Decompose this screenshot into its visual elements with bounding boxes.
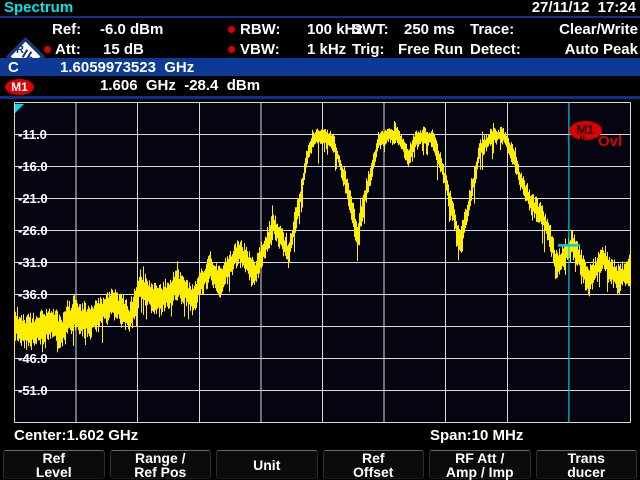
c-frequency-value: 1.6059973523 GHz <box>60 59 194 76</box>
plot-top-separator <box>0 96 640 99</box>
svg-text:-11.0: -11.0 <box>18 127 47 142</box>
center-freq-bar: C 1.6059973523 GHz <box>0 58 640 76</box>
datetime: 27/11/12 17:24 <box>532 0 636 16</box>
swt-label: SWT: <box>352 21 389 39</box>
vbw-label: VBW: <box>240 41 280 59</box>
softkey-unit[interactable]: Unit <box>216 450 318 479</box>
vbw-value: 1 kHz <box>307 41 346 59</box>
svg-text:-31.0: -31.0 <box>18 255 48 270</box>
span-readout: Span:10 MHz <box>430 427 523 444</box>
detect-label: Detect: <box>470 41 521 59</box>
vbw-bullet-icon <box>228 46 235 53</box>
overload-indicator: Ovl <box>598 133 622 150</box>
center-frequency-readout: Center:1.602 GHz <box>14 427 138 444</box>
date-label: 27/11/12 <box>532 0 590 16</box>
softkey-ref-level[interactable]: RefLevel <box>3 450 105 479</box>
rbw-bullet-icon <box>228 26 235 33</box>
bottom-bar: Center:1.602 GHz Span:10 MHz <box>0 425 640 448</box>
ref-level-label: Ref: <box>52 21 81 39</box>
svg-text:-36.0: -36.0 <box>18 287 48 302</box>
rbw-label: RBW: <box>240 21 281 39</box>
svg-text:-21.0: -21.0 <box>18 191 48 206</box>
softkey-bar: RefLevel Range /Ref Pos Unit RefOffset R… <box>0 449 640 480</box>
spectrum-analyzer-screen: Spectrum 27/11/12 17:24 R S Ref: -6.0 dB… <box>0 0 640 480</box>
page-title: Spectrum <box>4 0 73 16</box>
softkey-ref-offset[interactable]: RefOffset <box>323 450 425 479</box>
svg-text:-46.0: -46.0 <box>18 351 48 366</box>
ref-level-value: -6.0 dBm <box>100 21 163 39</box>
m1-marker-flag: M1 ‖ Ovl <box>569 121 633 151</box>
m1-badge: M1 <box>5 79 34 95</box>
swt-value: 250 ms <box>404 21 455 39</box>
marker-readout-row: M1 1.606 GHz -28.4 dBm <box>0 76 640 96</box>
trig-label: Trig: <box>352 41 385 59</box>
att-bullet-icon <box>44 46 51 53</box>
softkey-rf-att-amp-imp[interactable]: RF Att /Amp / Imp <box>429 450 531 479</box>
att-value: 15 dB <box>103 41 144 59</box>
att-label: Att: <box>55 41 81 59</box>
svg-text:-26.0: -26.0 <box>18 223 48 238</box>
m1-readout: 1.606 GHz -28.4 dBm <box>100 77 260 94</box>
trace-corner-indicator-icon <box>15 104 24 113</box>
softkey-range-ref-pos[interactable]: Range /Ref Pos <box>110 450 212 479</box>
trig-value: Free Run <box>398 41 463 59</box>
m1-flag-stem-icon: ‖ <box>579 133 584 148</box>
time-label: 17:24 <box>598 0 636 16</box>
detect-value: Auto Peak <box>565 41 638 59</box>
softkey-transducer[interactable]: Transducer <box>536 450 638 479</box>
trace-value: Clear/Write <box>559 21 638 39</box>
title-bar: Spectrum 27/11/12 17:24 <box>0 0 640 16</box>
c-label: C <box>8 59 19 76</box>
settings-header: R S Ref: -6.0 dBm Att: 15 dB RBW: 100 kH… <box>0 18 640 58</box>
trace-label: Trace: <box>470 21 514 39</box>
spectrum-plot: -11.0-16.0-21.0-26.0-31.0-36.0-41.0-46.0… <box>14 102 631 423</box>
svg-text:-16.0: -16.0 <box>18 159 48 174</box>
svg-text:-51.0: -51.0 <box>18 383 48 398</box>
